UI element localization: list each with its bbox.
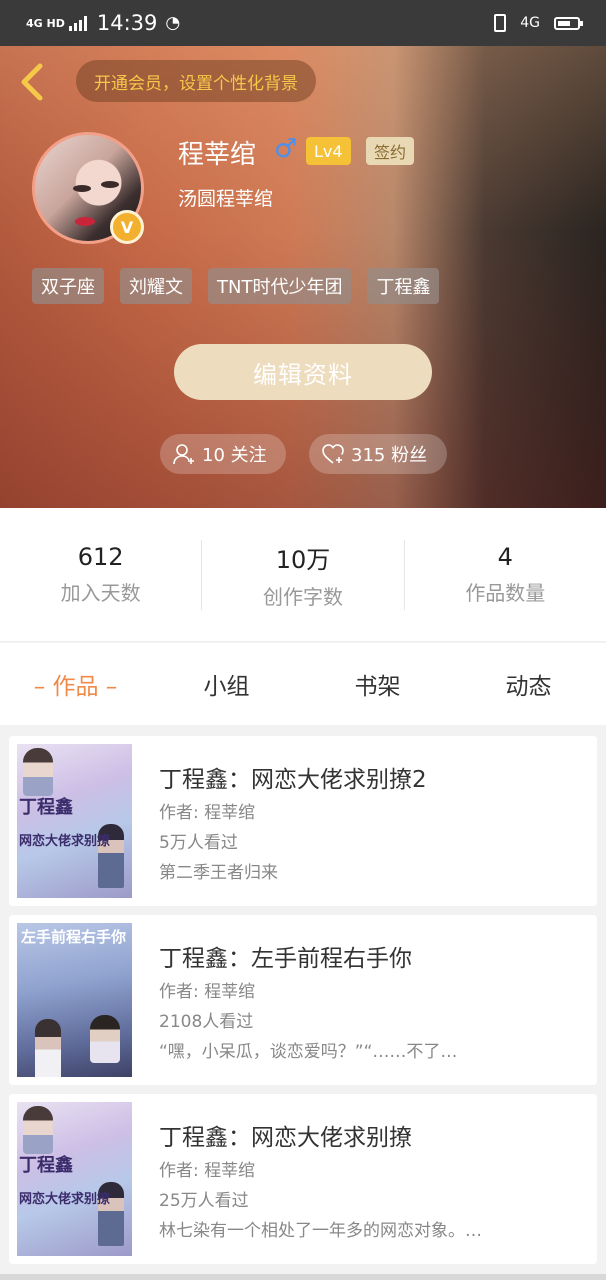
- signal-icon: [68, 15, 87, 31]
- stat-value: 4: [497, 543, 513, 571]
- tag[interactable]: 刘耀文: [120, 268, 192, 304]
- network-4g-label: 4G: [520, 15, 540, 31]
- stat-label: 加入天数: [60, 581, 141, 605]
- verified-v-icon: V: [110, 210, 144, 244]
- book-title[interactable]: 丁程鑫：网恋大佬求别撩2: [159, 760, 427, 794]
- vip-background-prompt[interactable]: 开通会员，设置个性化背景: [76, 60, 316, 102]
- cover-subtitle: 网恋大佬求别撩: [19, 1192, 111, 1207]
- vibrate-icon: [494, 14, 507, 32]
- tab-groups[interactable]: 小组: [151, 667, 302, 701]
- battery-icon: [554, 16, 583, 30]
- network-type: 4G HD: [26, 16, 65, 30]
- signed-badge: 签约: [366, 137, 415, 165]
- book-description: 第二季王者归来: [159, 863, 278, 883]
- book-cover[interactable]: 左手前程右手你: [17, 923, 132, 1077]
- followers-button[interactable]: 315 粉丝: [309, 434, 447, 474]
- tab-bookshelf[interactable]: 书架: [302, 667, 453, 701]
- book-cover[interactable]: 丁程鑫 网恋大佬求别撩: [17, 1102, 132, 1256]
- stat-works-count: 4 作品数量: [403, 539, 606, 610]
- profile-tabs: – 作品 – 小组 书架 动态: [0, 643, 606, 725]
- following-button[interactable]: 10 关注: [160, 434, 286, 474]
- list-item[interactable]: 丁程鑫 网恋大佬求别撩 丁程鑫：网恋大佬求别撩2 作者: 程莘绾 5万人看过 第…: [9, 736, 597, 906]
- book-description: 林七染有一个相处了一年多的网恋对象。…: [159, 1221, 482, 1241]
- stat-label: 作品数量: [465, 581, 546, 605]
- book-views: 5万人看过: [159, 833, 238, 853]
- person-add-icon: [173, 444, 194, 465]
- book-views: 25万人看过: [159, 1191, 249, 1211]
- book-title[interactable]: 丁程鑫：网恋大佬求别撩: [159, 1118, 412, 1152]
- edit-profile-button[interactable]: 编辑资料: [174, 344, 432, 400]
- cover-subtitle: 网恋大佬求别撩: [19, 834, 111, 849]
- book-author: 作者: 程莘绾: [159, 803, 256, 823]
- profile-tags: 双子座 刘耀文 TNT时代少年团 丁程鑫: [32, 268, 440, 304]
- stat-value: 10万: [275, 545, 331, 574]
- heart-add-icon: [322, 444, 344, 464]
- list-item[interactable]: 丁程鑫 网恋大佬求别撩 丁程鑫：网恋大佬求别撩 作者: 程莘绾 25万人看过 林…: [9, 1094, 597, 1264]
- cover-title: 丁程鑫: [19, 1155, 73, 1176]
- book-views: 2108人看过: [159, 1012, 254, 1032]
- tag[interactable]: TNT时代少年团: [208, 268, 352, 304]
- level-badge: Lv4: [306, 137, 351, 165]
- profile-stats: 612 加入天数 10万 创作字数 4 作品数量: [0, 508, 606, 642]
- cover-title: 丁程鑫: [19, 797, 73, 818]
- male-icon: ♂: [274, 134, 298, 164]
- back-chevron-icon[interactable]: [16, 60, 46, 104]
- book-title[interactable]: 丁程鑫：左手前程右手你: [159, 939, 412, 973]
- stat-label: 创作字数: [262, 584, 343, 609]
- works-list: 丁程鑫 网恋大佬求别撩 丁程鑫：网恋大佬求别撩2 作者: 程莘绾 5万人看过 第…: [0, 725, 606, 1280]
- username: 程莘绾: [178, 140, 257, 170]
- book-description: “嘿，小呆瓜，谈恋爱吗？”“……不了…: [159, 1042, 458, 1062]
- tab-works[interactable]: – 作品 –: [0, 667, 151, 701]
- tag[interactable]: 双子座: [32, 268, 104, 304]
- tag[interactable]: 丁程鑫: [367, 268, 440, 304]
- status-bar: 4G HD 14:39 ◔ 4G: [0, 0, 606, 46]
- nickname: 汤圆程莘绾: [178, 188, 274, 210]
- book-author: 作者: 程莘绾: [159, 1161, 256, 1181]
- book-cover[interactable]: 丁程鑫 网恋大佬求别撩: [17, 744, 132, 898]
- list-item[interactable]: 左手前程右手你 丁程鑫：左手前程右手你 作者: 程莘绾 2108人看过 “嘿，小…: [9, 915, 597, 1085]
- profile-header: 开通会员，设置个性化背景 V 程莘绾 ♂ Lv4 签约 汤圆程莘绾 双子座 刘耀…: [0, 46, 606, 508]
- book-author: 作者: 程莘绾: [159, 982, 256, 1002]
- cover-title: 左手前程右手你: [21, 928, 127, 946]
- stat-join-days: 612 加入天数: [0, 540, 201, 610]
- following-count: 10 关注: [202, 445, 267, 466]
- clock: 14:39: [96, 11, 158, 35]
- browser-globe-icon: ◔: [165, 13, 181, 33]
- stat-value: 612: [77, 543, 124, 571]
- next-item-peek: [0, 1274, 606, 1280]
- followers-count: 315 粉丝: [351, 445, 428, 466]
- tab-activity[interactable]: 动态: [453, 667, 604, 701]
- stat-word-count: 10万 创作字数: [201, 539, 403, 610]
